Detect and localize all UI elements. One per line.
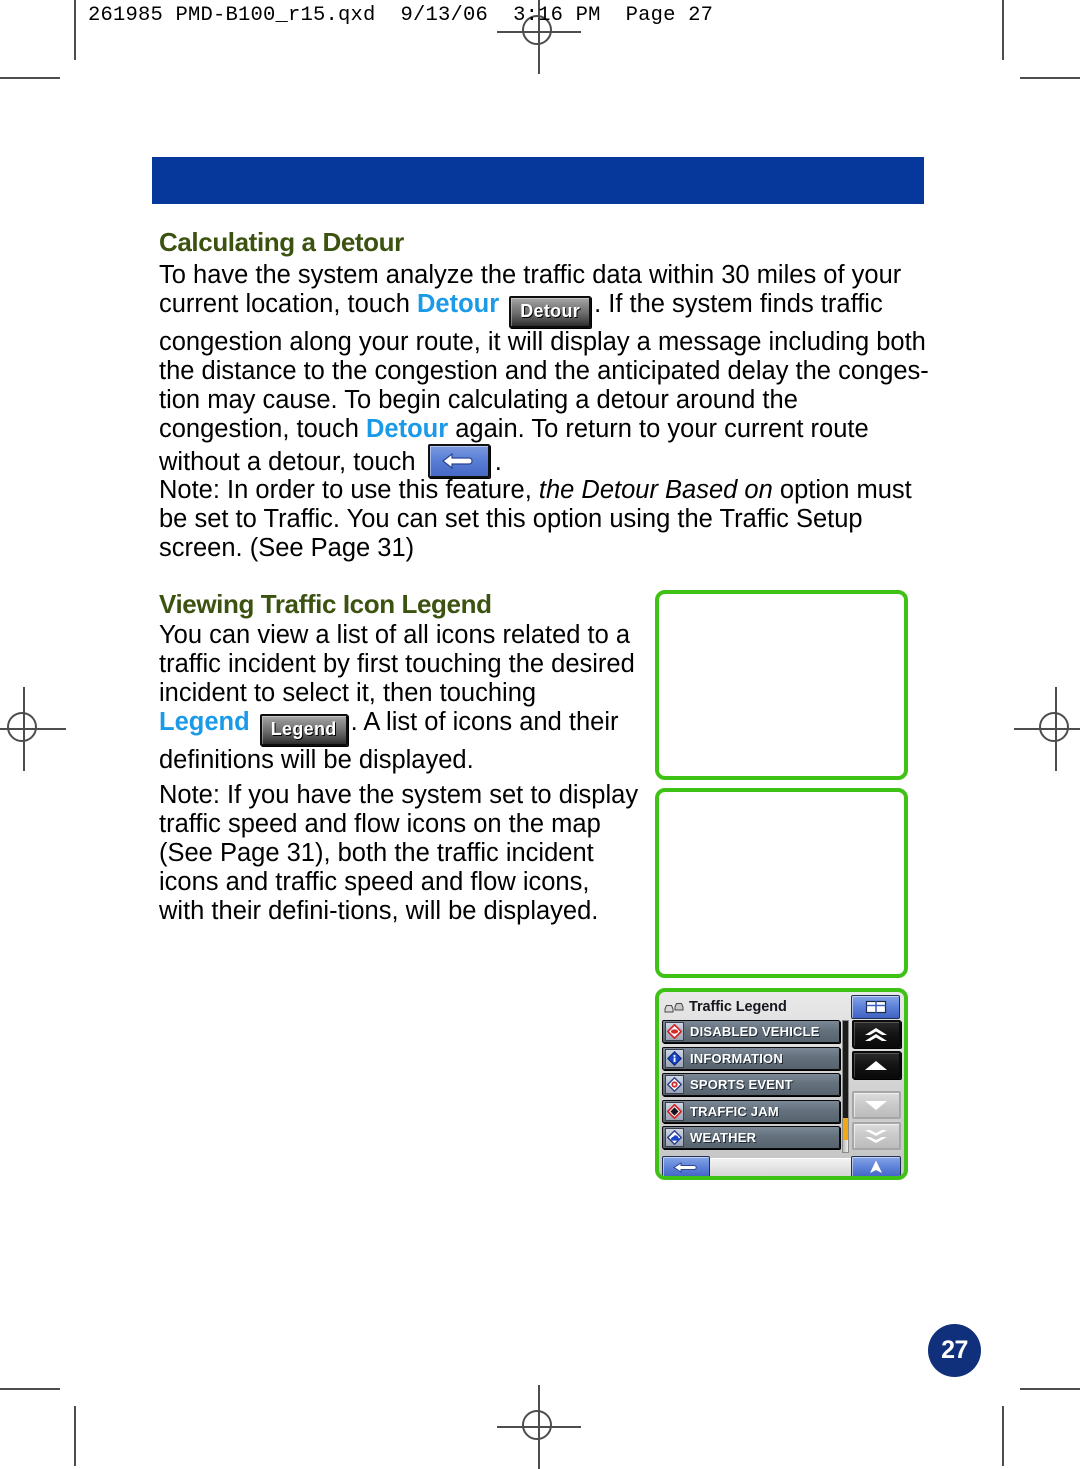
legend-button-glyph[interactable]: Legend [259,714,348,746]
paragraph-calculating-a-detour: To have the system analyze the traffic d… [159,261,931,478]
traffic-legend-screen: Traffic Legend DISABLED VEHICLE INFORMAT… [655,988,908,1180]
registration-mark-left [0,687,66,771]
page-title-viewing-traffic-icon-legend: Viewing Traffic Icon Legend [159,589,492,619]
crop-line-top-right-vertical [1002,0,1004,60]
scrollbar-track [842,1021,848,1118]
detour-highlight-2: Detour [365,415,449,443]
registration-mark-bottom [497,1385,581,1469]
print-file-header: 261985 PMD-B100_r15.qxd 9/13/06 3:16 PM … [88,4,714,27]
crop-line-right-top-horizontal [1020,77,1080,79]
weather-icon [665,1128,684,1147]
note-label: Note: [159,781,220,809]
crop-line-bottom-right-vertical [1002,1406,1004,1466]
back-arrow-icon[interactable] [662,1155,710,1176]
scrollbar-thumb[interactable] [842,1117,848,1141]
legend-highlight: Legend [159,708,250,736]
list-item-label: TRAFFIC JAM [690,1103,779,1119]
sports-event-icon [665,1075,684,1094]
list-item-label: WEATHER [690,1130,757,1145]
registration-mark-right [1014,687,1080,771]
back-arrow-button-glyph[interactable] [427,444,490,478]
list-item[interactable]: TRAFFIC JAM [662,1099,840,1123]
figure-placeholder-2 [655,788,908,978]
north-compass-icon[interactable] [851,1155,901,1176]
list-item-label: INFORMATION [690,1050,783,1066]
list-item-label: DISABLED VEHICLE [690,1024,820,1039]
section-header-band [152,157,924,204]
device-title: Traffic Legend [689,999,787,1015]
scroll-column-spacer [852,1082,901,1091]
crop-line-right-bottom-horizontal [1020,1388,1080,1390]
list-item[interactable]: SPORTS EVENT [662,1073,840,1096]
information-icon [665,1048,684,1068]
device-title-bar: Traffic Legend [662,995,901,1019]
chevron-down-icon[interactable] [851,1091,901,1119]
crop-line-left-bottom-horizontal [0,1388,60,1390]
note-calculating-a-detour: Note: In order to use this feature, the … [159,476,931,563]
list-item[interactable]: WEATHER [662,1126,840,1149]
scroll-button-column [851,1020,901,1153]
page-title-calculating-a-detour: Calculating a Detour [159,227,404,257]
crop-line-bottom-left-vertical [74,1406,76,1466]
split-screen-icon[interactable] [851,995,900,1019]
disabled-vehicle-icon [665,1022,684,1041]
paragraph-viewing-traffic-icon-legend: You can view a list of all icons related… [159,621,639,775]
double-chevron-up-icon[interactable] [851,1020,901,1048]
list-item[interactable]: INFORMATION [662,1046,840,1070]
chevron-up-icon[interactable] [851,1051,901,1079]
device-footer [662,1155,901,1176]
page-number: 27 [941,1336,968,1364]
note-italic-phrase: the Detour Based on [538,476,773,504]
figure-placeholder-1 [655,590,908,780]
list-item[interactable]: DISABLED VEHICLE [662,1020,840,1043]
legend-scrollbar[interactable] [841,1020,849,1153]
list-item-label: SPORTS EVENT [690,1077,793,1092]
detour-button-glyph[interactable]: Detour [509,296,592,328]
crop-line-top-left-vertical [74,0,76,60]
legend-list: DISABLED VEHICLE INFORMATION SPORTS EVEN… [662,1020,840,1153]
double-chevron-down-icon[interactable] [851,1122,901,1150]
device-content: DISABLED VEHICLE INFORMATION SPORTS EVEN… [662,1020,901,1153]
page-number-badge: 27 [928,1324,981,1377]
note-viewing-traffic-icon-legend: Note: If you have the system set to disp… [159,781,639,926]
traffic-vehicles-icon [664,1000,686,1014]
text-run: You can view a list of all icons related… [159,621,635,707]
crop-line-left-top-horizontal [0,77,60,79]
detour-highlight-1: Detour [416,290,500,318]
traffic-jam-icon [665,1101,684,1121]
note-text-before: In order to use this feature, [219,476,539,504]
text-run: . [494,448,502,476]
note-label: Note: [159,476,220,504]
note-text-before: If you have the system set to display tr… [159,781,639,925]
